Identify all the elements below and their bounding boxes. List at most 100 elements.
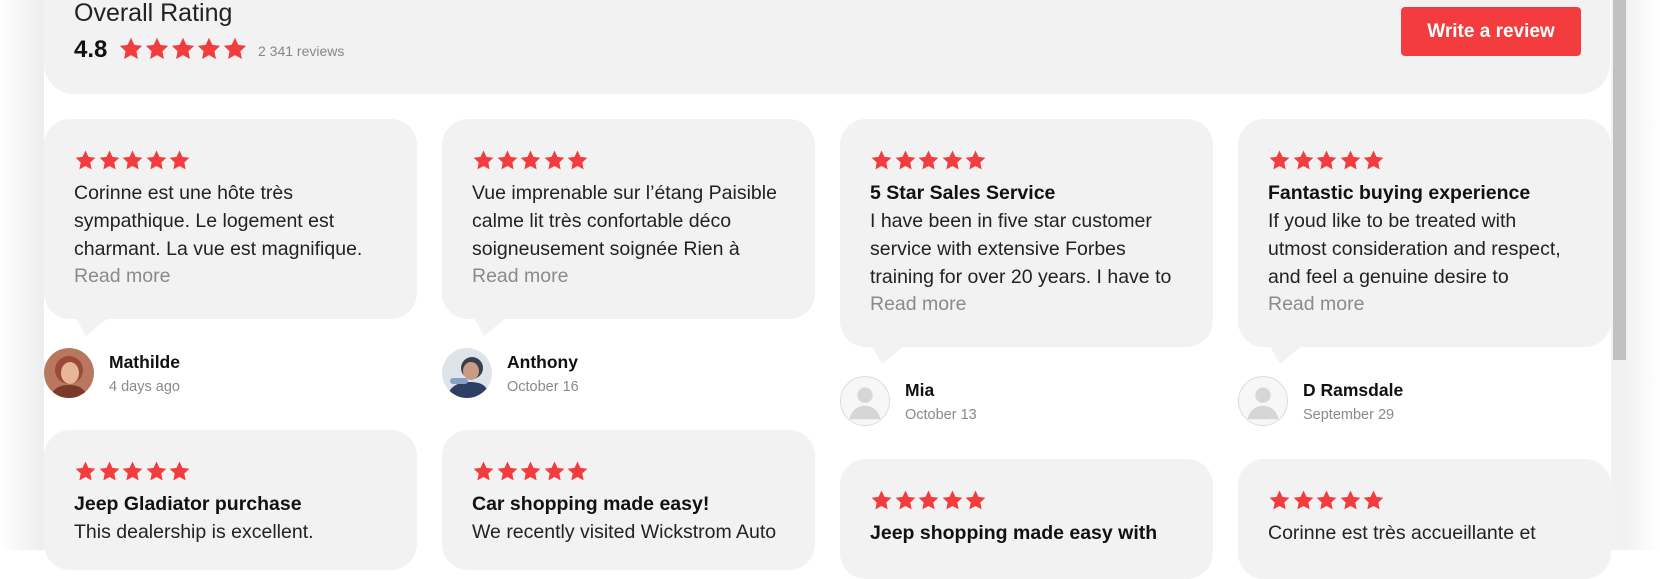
overall-stars: [118, 36, 248, 62]
star-icon: [566, 460, 590, 484]
star-icon: [168, 460, 192, 484]
avatar: [44, 348, 94, 398]
review-stars: [472, 149, 785, 173]
review-text-line: This dealership is excellent.: [74, 521, 314, 543]
star-icon: [1362, 149, 1386, 173]
star-icon: [74, 460, 98, 484]
star-icon: [1339, 149, 1363, 173]
review-text-line: utmost consideration and respect,: [1268, 238, 1561, 260]
read-more-link[interactable]: Read more: [74, 263, 387, 289]
review-text-line: I have been in five star customer: [870, 210, 1152, 232]
author-name: Mia: [905, 380, 935, 400]
star-icon: [168, 149, 192, 173]
page-margin-left: [0, 0, 44, 550]
star-icon: [941, 489, 965, 513]
review-count: 2 341 reviews: [258, 43, 345, 59]
star-icon: [1268, 489, 1292, 513]
author-name: D Ramsdale: [1303, 380, 1404, 400]
review-card: Corinne est très accueillante et: [1238, 459, 1611, 579]
review-date: October 16: [507, 379, 579, 395]
review-text-line: charmant. La vue est magnifique.: [74, 238, 363, 260]
review-date: October 13: [905, 407, 977, 423]
star-icon: [964, 149, 988, 173]
star-icon: [519, 460, 543, 484]
star-icon: [74, 149, 98, 173]
star-icon: [964, 489, 988, 513]
overall-rating-title: Overall Rating: [74, 0, 233, 27]
review-stars: [870, 149, 1183, 173]
speech-bubble-tail: [872, 346, 904, 364]
default-user-icon: [840, 376, 890, 426]
review-stars: [870, 489, 1183, 513]
review-text-line: sympathique. Le logement est: [74, 210, 335, 232]
review-text-line: calme lit très confortable déco: [472, 210, 732, 232]
speech-bubble-tail: [1270, 346, 1302, 364]
review-text-line: Vue imprenable sur l’étang Paisible: [472, 182, 777, 204]
review-text-line: Corinne est une hôte très: [74, 182, 293, 204]
review-stars: [1268, 489, 1581, 513]
read-more-link[interactable]: Read more: [472, 263, 785, 289]
review-date: 4 days ago: [109, 379, 180, 395]
star-icon: [145, 460, 169, 484]
star-icon: [222, 36, 248, 62]
star-icon: [1362, 489, 1386, 513]
star-icon: [1268, 149, 1292, 173]
star-icon: [98, 460, 122, 484]
author-name: Mathilde: [109, 352, 180, 372]
star-icon: [870, 149, 894, 173]
author-name: Anthony: [507, 352, 578, 372]
review-text-line: We recently visited Wickstrom Auto: [472, 521, 777, 543]
star-icon: [145, 149, 169, 173]
star-icon: [894, 489, 918, 513]
review-title: 5 Star Sales Service: [870, 182, 1056, 204]
review-date: September 29: [1303, 407, 1395, 423]
star-icon: [196, 36, 222, 62]
review-card: 5 Star Sales Service I have been in five …: [840, 119, 1213, 347]
star-icon: [1292, 489, 1316, 513]
review-card: Corinne est une hôte très sympathique. Le…: [44, 119, 417, 319]
speech-bubble-tail: [474, 318, 506, 336]
overall-score: 4.8: [74, 36, 108, 63]
review-stars: [472, 460, 785, 484]
review-card: Fantastic buying experience If youd like …: [1238, 119, 1611, 347]
star-icon: [894, 149, 918, 173]
write-review-button[interactable]: Write a review: [1401, 7, 1581, 56]
star-icon: [496, 149, 520, 173]
star-icon: [870, 489, 894, 513]
star-icon: [472, 149, 496, 173]
review-title: Fantastic buying experience: [1268, 182, 1531, 204]
star-icon: [98, 149, 122, 173]
review-title: Jeep shopping made easy with: [870, 522, 1158, 544]
star-icon: [170, 36, 196, 62]
scrollbar-thumb[interactable]: [1613, 0, 1626, 360]
review-stars: [74, 149, 387, 173]
read-more-link[interactable]: Read more: [870, 291, 1183, 317]
star-icon: [543, 149, 567, 173]
review-title: Jeep Gladiator purchase: [74, 493, 302, 515]
star-icon: [121, 460, 145, 484]
star-icon: [543, 460, 567, 484]
star-icon: [566, 149, 590, 173]
review-text-line: training for over 20 years. I have to: [870, 266, 1172, 288]
star-icon: [917, 489, 941, 513]
star-icon: [118, 36, 144, 62]
review-card: Jeep Gladiator purchase This dealership i…: [44, 430, 417, 570]
review-card: Car shopping made easy! We recently visit…: [442, 430, 815, 570]
star-icon: [519, 149, 543, 173]
review-text-line: Corinne est très accueillante et: [1268, 522, 1536, 544]
star-icon: [1339, 489, 1363, 513]
review-stars: [74, 460, 387, 484]
avatar: [442, 348, 492, 398]
star-icon: [941, 149, 965, 173]
review-card: Jeep shopping made easy with: [840, 459, 1213, 579]
read-more-link[interactable]: Read more: [1268, 291, 1581, 317]
star-icon: [496, 460, 520, 484]
review-card: Vue imprenable sur l’étang Paisible calme…: [442, 119, 815, 319]
speech-bubble-tail: [76, 318, 108, 336]
review-stars: [1268, 149, 1581, 173]
star-icon: [1315, 149, 1339, 173]
review-title: Car shopping made easy!: [472, 493, 710, 515]
star-icon: [472, 460, 496, 484]
review-text-line: soigneusement soignée Rien à: [472, 238, 740, 260]
review-text-line: service with extensive Forbes: [870, 238, 1126, 260]
